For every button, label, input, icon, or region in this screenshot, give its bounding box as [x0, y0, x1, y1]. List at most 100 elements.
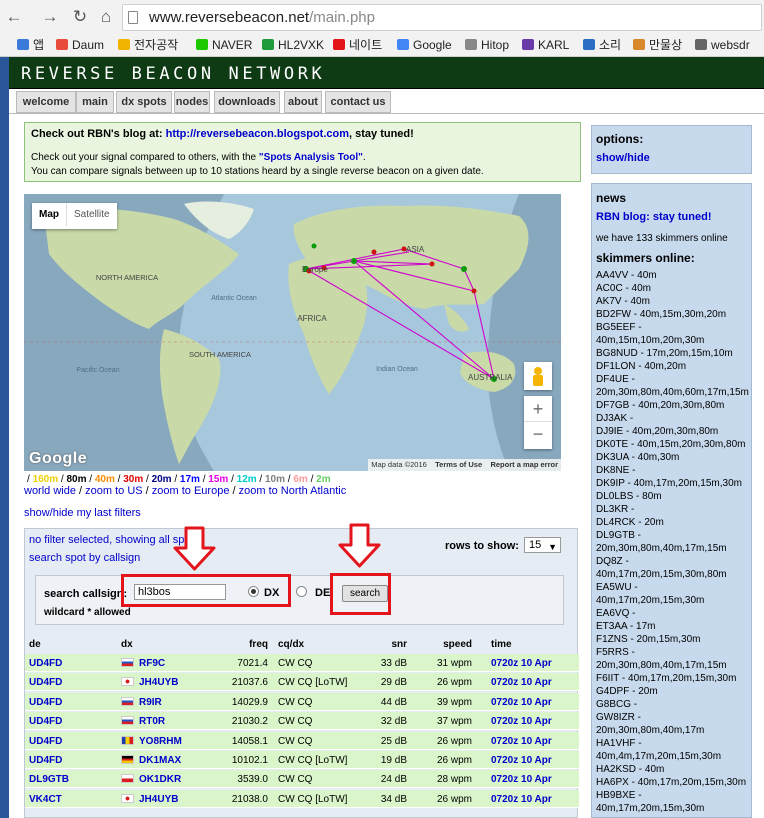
band-label: 17m: [179, 474, 200, 485]
spots-analysis-link[interactable]: "Spots Analysis Tool": [259, 152, 363, 163]
bookmark-label: HL2VXK: [278, 38, 325, 52]
table-row: UD4FD RT0R 21030.2 CW CQ 32 dB 37 wpm 0720z 10…: [25, 712, 579, 731]
column-header: snr: [391, 639, 407, 650]
reload-icon[interactable]: ↻: [70, 7, 90, 27]
zoom-europe-link[interactable]: zoom to Europe: [152, 485, 230, 497]
tab-nodes[interactable]: nodes: [174, 91, 210, 113]
spot-speed: 39 wpm: [436, 696, 472, 708]
spot-de-link[interactable]: UD4FD: [29, 677, 62, 688]
spot-de-link[interactable]: DL9GTB: [29, 774, 69, 785]
spot-map[interactable]: ASIA Europe NORTH AMERICA Atlantic Ocean…: [24, 194, 561, 471]
spot-time-link[interactable]: 0720z 10 Apr: [491, 736, 552, 747]
pegman-icon[interactable]: [524, 362, 552, 390]
spot-time-link[interactable]: 0720z 10 Apr: [491, 755, 552, 766]
spot-de-link[interactable]: UD4FD: [29, 697, 62, 708]
rbn-blog-link[interactable]: RBN blog: stay tuned!: [596, 211, 747, 223]
tab-downloads[interactable]: downloads: [214, 91, 280, 113]
spot-dx-link[interactable]: OK1DKR: [139, 774, 181, 785]
spot-de-link[interactable]: VK4CT: [29, 794, 62, 805]
spot-time-link[interactable]: 0720z 10 Apr: [491, 697, 552, 708]
spot-mode: CW CQ: [278, 774, 313, 786]
skimmer-item: 20m,30m,80m,40m,17m,15m: [596, 543, 727, 554]
band-label: 6m: [293, 474, 308, 485]
zoom-control: + −: [524, 396, 552, 449]
bookmark-icon: [17, 39, 29, 50]
spot-dx-link[interactable]: JH4UYB: [139, 677, 178, 688]
map-label-africa: AFRICA: [297, 314, 327, 323]
skimmers-title: skimmers online:: [596, 251, 695, 265]
map-type-map-button[interactable]: Map: [32, 203, 66, 226]
terms-link[interactable]: Terms of Use: [435, 460, 482, 469]
band-separator: /: [171, 474, 180, 485]
tab-about[interactable]: about: [284, 91, 322, 113]
bookmark-item[interactable]: NAVER: [196, 37, 252, 53]
address-bar[interactable]: www.reversebeacon.net/main.php: [122, 4, 762, 31]
bookmark-item[interactable]: 네이트: [333, 37, 382, 53]
bookmark-icon: [397, 39, 409, 50]
spot-dx-link[interactable]: JH4UYB: [139, 794, 178, 805]
blog-line2-prefix: Check out your signal compared to others…: [31, 152, 257, 163]
zoom-in-button[interactable]: +: [524, 396, 552, 422]
spot-dx-link[interactable]: RF9C: [139, 658, 165, 669]
spot-dx-link[interactable]: YO8RHM: [139, 736, 182, 747]
bookmark-item[interactable]: 만물상: [633, 37, 682, 53]
right-sidebar: options: show/hide news RBN blog: stay t…: [591, 125, 752, 818]
forward-arrow-icon[interactable]: →: [40, 7, 60, 27]
rows-to-show-select[interactable]: 15 ▼: [524, 537, 561, 553]
spot-de-link[interactable]: UD4FD: [29, 755, 62, 766]
spot-time-link[interactable]: 0720z 10 Apr: [491, 716, 552, 727]
bookmark-item[interactable]: HL2VXK: [262, 37, 324, 53]
spot-time-link[interactable]: 0720z 10 Apr: [491, 658, 552, 669]
bookmark-item[interactable]: 소리: [583, 37, 621, 53]
spot-dx-link[interactable]: RT0R: [139, 716, 165, 727]
spot-time-link[interactable]: 0720z 10 Apr: [491, 677, 552, 688]
home-icon[interactable]: ⌂: [96, 7, 116, 27]
bookmark-item[interactable]: Hitop: [465, 37, 509, 53]
bookmark-item[interactable]: 앱: [17, 37, 44, 53]
map-type-satellite-button[interactable]: Satellite: [66, 203, 117, 226]
bookmark-icon: [56, 39, 68, 50]
tab-contact-us[interactable]: contact us: [325, 91, 391, 113]
spot-time-link[interactable]: 0720z 10 Apr: [491, 794, 552, 805]
spot-mode: CW CQ: [278, 735, 313, 747]
search-spot-link[interactable]: search spot by callsign: [29, 552, 140, 564]
main-page: Check out RBN's blog at: http://reverseb…: [9, 115, 764, 818]
zoom-us-link[interactable]: zoom to US: [85, 485, 142, 497]
zoom-north-atlantic-link[interactable]: zoom to North Atlantic: [239, 485, 347, 497]
skimmer-item: HA1VHF -: [596, 738, 642, 749]
report-link[interactable]: Report a map error: [490, 460, 558, 469]
url-path: /main.php: [309, 9, 375, 26]
bookmark-item[interactable]: KARL: [522, 37, 569, 53]
tab-welcome[interactable]: welcome: [16, 91, 76, 113]
skimmer-item: AA4VV - 40m: [596, 270, 657, 281]
spot-time-link[interactable]: 0720z 10 Apr: [491, 774, 552, 785]
back-arrow-icon[interactable]: ←: [4, 7, 24, 27]
zoom-world-link[interactable]: world wide: [24, 485, 76, 497]
rows-to-show-label: rows to show:: [445, 540, 519, 552]
bookmark-item[interactable]: websdr: [695, 37, 750, 53]
bookmark-item[interactable]: Google: [397, 37, 452, 53]
bookmark-icon: [695, 39, 707, 50]
band-label: 160m: [32, 474, 59, 485]
spot-de-link[interactable]: UD4FD: [29, 658, 62, 669]
options-show-hide-link[interactable]: show/hide: [596, 152, 747, 164]
spot-de-link[interactable]: UD4FD: [29, 736, 62, 747]
zoom-out-button[interactable]: −: [524, 422, 552, 448]
blog-notice: Check out RBN's blog at: http://reverseb…: [24, 122, 581, 182]
show-hide-filters-link[interactable]: show/hide my last filters: [24, 507, 141, 519]
bookmark-item[interactable]: Daum: [56, 37, 104, 53]
site-nav: welcome main dx spots nodes downloads about co…: [9, 90, 764, 114]
blog-link[interactable]: http://reversebeacon.blogspot.com: [166, 128, 349, 140]
map-canvas: ASIA Europe NORTH AMERICA Atlantic Ocean…: [24, 194, 561, 471]
spot-dx-link[interactable]: DK1MAX: [139, 755, 181, 766]
bookmark-item[interactable]: 전자공작: [118, 37, 178, 53]
skimmer-item: 20m,30m,80m,40m,17m: [596, 725, 705, 736]
spot-dx-link[interactable]: R9IR: [139, 697, 162, 708]
tab-dx-spots[interactable]: dx spots: [116, 91, 172, 113]
radio-de[interactable]: [296, 586, 307, 597]
table-row: UD4FD JH4UYB 21037.6 CW CQ [LoTW] 29 dB 26 wp…: [25, 673, 579, 692]
tab-main[interactable]: main: [76, 91, 114, 113]
spot-de-link[interactable]: UD4FD: [29, 716, 62, 727]
blog-body: Check out your signal compared to others…: [31, 151, 574, 179]
skimmer-item: HB9BXE -: [596, 790, 642, 801]
